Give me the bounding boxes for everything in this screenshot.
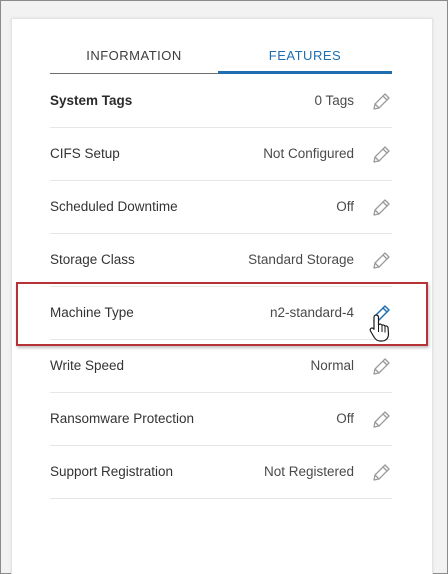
pencil-icon[interactable]: [370, 91, 392, 113]
tab-features[interactable]: FEATURES: [218, 45, 392, 74]
row-write-speed: Write Speed Normal: [50, 340, 392, 393]
row-value: Normal: [310, 358, 354, 373]
row-label: CIFS Setup: [50, 146, 120, 161]
row-value: Standard Storage: [248, 252, 354, 267]
row-scheduled-downtime: Scheduled Downtime Off: [50, 181, 392, 234]
row-value: 0 Tags: [314, 93, 354, 108]
row-support-registration: Support Registration Not Registered: [50, 446, 392, 499]
row-label: Support Registration: [50, 464, 174, 479]
tab-bar: INFORMATION FEATURES: [50, 45, 392, 75]
row-cifs-setup: CIFS Setup Not Configured: [50, 128, 392, 181]
pencil-icon[interactable]: [370, 462, 392, 484]
row-value: Not Registered: [263, 464, 354, 479]
row-label: Storage Class: [50, 252, 135, 267]
hand-pointer-icon: [368, 313, 394, 348]
row-ransomware-protection: Ransomware Protection Off: [50, 393, 392, 446]
tab-information[interactable]: INFORMATION: [50, 45, 218, 74]
row-label: System Tags: [50, 93, 133, 108]
row-system-tags: System Tags 0 Tags: [50, 75, 392, 128]
row-label: Write Speed: [50, 358, 125, 373]
highlight-box: [16, 282, 428, 346]
pencil-icon[interactable]: [370, 250, 392, 272]
pencil-icon[interactable]: [370, 197, 392, 219]
row-value: Not Configured: [263, 146, 354, 161]
row-label: Ransomware Protection: [50, 411, 195, 426]
row-value: Off: [336, 199, 354, 214]
pencil-icon[interactable]: [370, 356, 392, 378]
row-label: Scheduled Downtime: [50, 199, 178, 214]
pencil-icon[interactable]: [370, 409, 392, 431]
row-storage-class: Storage Class Standard Storage: [50, 234, 392, 287]
pencil-icon[interactable]: [370, 144, 392, 166]
row-value: Off: [336, 411, 354, 426]
